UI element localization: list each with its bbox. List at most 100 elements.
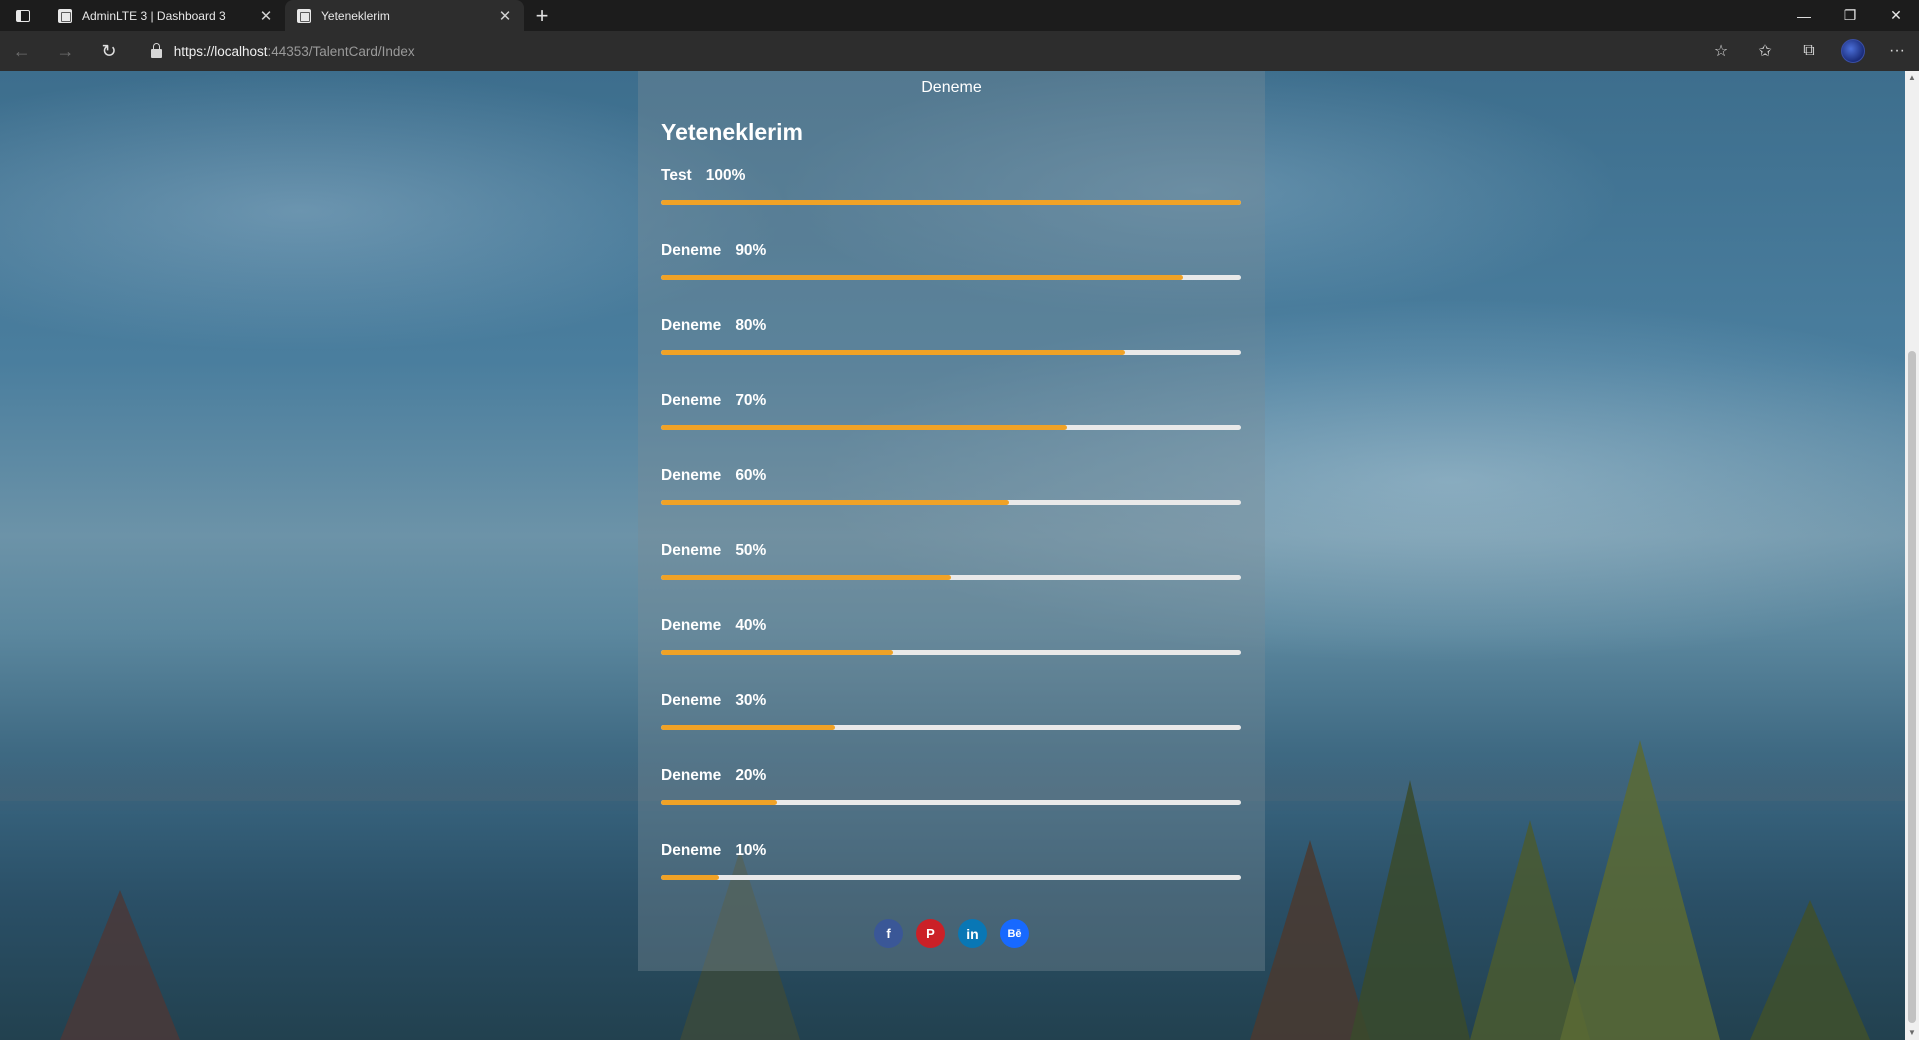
skill-progress-bar <box>661 425 1241 430</box>
skill-item: Test 100% <box>661 167 1241 242</box>
window-controls: — ❐ ✕ <box>1781 0 1919 31</box>
skill-percent: 10% <box>735 842 767 859</box>
background-tree <box>1750 900 1870 1040</box>
back-icon[interactable]: ← <box>0 31 44 71</box>
skill-item: Deneme 90% <box>661 242 1241 317</box>
skill-progress-fill <box>661 500 1009 505</box>
skill-progress-bar <box>661 875 1241 880</box>
skill-item: Deneme 60% <box>661 467 1241 542</box>
forward-icon[interactable]: → <box>44 31 88 71</box>
skill-item: Deneme 70% <box>661 392 1241 467</box>
skill-progress-bar <box>661 650 1241 655</box>
skill-progress-fill <box>661 875 719 880</box>
skill-name: Deneme <box>661 317 722 334</box>
browser-tabstrip: AdminLTE 3 | Dashboard 3 ✕ Yeteneklerim … <box>0 0 1919 31</box>
close-icon[interactable]: ✕ <box>496 7 514 25</box>
skill-label: Deneme 50% <box>661 542 766 560</box>
skill-progress-bar <box>661 275 1241 280</box>
skill-progress-bar <box>661 500 1241 505</box>
skill-percent: 80% <box>735 317 767 334</box>
skill-percent: 100% <box>705 167 746 184</box>
pinterest-icon[interactable]: P <box>916 919 945 948</box>
behance-icon[interactable]: Bē <box>1000 919 1029 948</box>
browser-tab-dashboard[interactable]: AdminLTE 3 | Dashboard 3 ✕ <box>46 0 285 31</box>
skill-progress-bar <box>661 725 1241 730</box>
skill-label: Deneme 70% <box>661 392 766 410</box>
page-icon <box>58 8 72 23</box>
favorites-icon[interactable]: ✩ <box>1743 31 1787 71</box>
lock-icon[interactable] <box>150 43 162 58</box>
page-icon <box>297 8 311 23</box>
background-tree <box>1560 740 1720 1040</box>
add-favorite-icon[interactable]: ☆ <box>1699 31 1743 71</box>
avatar <box>1841 39 1866 63</box>
close-icon[interactable]: ✕ <box>257 7 275 25</box>
profile-button[interactable] <box>1831 31 1875 71</box>
linkedin-icon[interactable]: in <box>958 919 987 948</box>
skill-percent: 90% <box>735 242 767 259</box>
page-scrollbar[interactable]: ▲ ▼ <box>1905 71 1919 1040</box>
skill-progress-fill <box>661 725 835 730</box>
skill-name: Deneme <box>661 542 722 559</box>
address-bar[interactable]: https://localhost:44353/TalentCard/Index <box>139 36 1699 66</box>
skill-name: Deneme <box>661 467 722 484</box>
background-tree <box>60 890 180 1040</box>
tab-actions-icon <box>16 9 30 22</box>
skill-progress-fill <box>661 275 1183 280</box>
skill-percent: 70% <box>735 392 767 409</box>
talent-card: Deneme Yeteneklerim Test 100% Deneme 90% Den… <box>638 71 1265 971</box>
scroll-up-icon[interactable]: ▲ <box>1905 71 1919 85</box>
skill-progress-bar <box>661 800 1241 805</box>
refresh-icon[interactable]: ↻ <box>87 31 131 71</box>
skill-percent: 40% <box>735 617 767 634</box>
skill-item: Deneme 50% <box>661 542 1241 617</box>
skill-item: Deneme 30% <box>661 692 1241 767</box>
skill-progress-fill <box>661 350 1125 355</box>
skill-label: Test 100% <box>661 167 745 185</box>
skill-name: Deneme <box>661 392 722 409</box>
skill-item: Deneme 40% <box>661 617 1241 692</box>
background-tree <box>1350 780 1470 1040</box>
skill-label: Deneme 10% <box>661 842 766 860</box>
browser-tab-yeteneklerim[interactable]: Yeteneklerim ✕ <box>285 0 524 31</box>
scroll-down-icon[interactable]: ▼ <box>1905 1026 1919 1040</box>
close-window-icon[interactable]: ✕ <box>1873 0 1919 31</box>
toolbar-actions: ☆ ✩ ⧉ ··· <box>1699 31 1919 71</box>
skill-item: Deneme 10% <box>661 842 1241 917</box>
skill-name: Test <box>661 167 692 184</box>
skill-label: Deneme 60% <box>661 467 766 485</box>
restore-icon[interactable]: ❐ <box>1827 0 1873 31</box>
minimize-icon[interactable]: — <box>1781 0 1827 31</box>
scroll-thumb[interactable] <box>1908 351 1916 1023</box>
skills-list: Test 100% Deneme 90% Deneme 80% Deneme 70% Denem… <box>661 167 1241 917</box>
skill-progress-fill <box>661 650 893 655</box>
tab-actions-button[interactable] <box>0 0 46 31</box>
skill-progress-bar <box>661 200 1241 205</box>
skill-name: Deneme <box>661 617 722 634</box>
new-tab-button[interactable]: + <box>524 0 560 31</box>
skill-progress-fill <box>661 800 777 805</box>
skill-percent: 50% <box>735 542 767 559</box>
skill-label: Deneme 90% <box>661 242 766 260</box>
section-title: Yeteneklerim <box>661 119 803 145</box>
skill-name: Deneme <box>661 767 722 784</box>
skill-name: Deneme <box>661 242 722 259</box>
skill-progress-fill <box>661 425 1067 430</box>
browser-toolbar: ← → ↻ https://localhost:44353/TalentCard… <box>0 31 1919 71</box>
tab-title: AdminLTE 3 | Dashboard 3 <box>82 8 226 23</box>
skill-name: Deneme <box>661 692 722 709</box>
skill-progress-fill <box>661 200 1241 205</box>
facebook-icon[interactable]: f <box>874 919 903 948</box>
collections-icon[interactable]: ⧉ <box>1787 31 1831 71</box>
more-icon[interactable]: ··· <box>1875 31 1919 71</box>
skill-percent: 60% <box>735 467 767 484</box>
skill-progress-bar <box>661 575 1241 580</box>
social-links: f Pin Bē <box>638 919 1265 948</box>
skill-progress-fill <box>661 575 951 580</box>
skill-name: Deneme <box>661 842 722 859</box>
skill-label: Deneme 80% <box>661 317 766 335</box>
skill-item: Deneme 80% <box>661 317 1241 392</box>
url-host: https://localhost <box>173 43 268 59</box>
card-name: Deneme <box>921 79 982 96</box>
skill-item: Deneme 20% <box>661 767 1241 842</box>
